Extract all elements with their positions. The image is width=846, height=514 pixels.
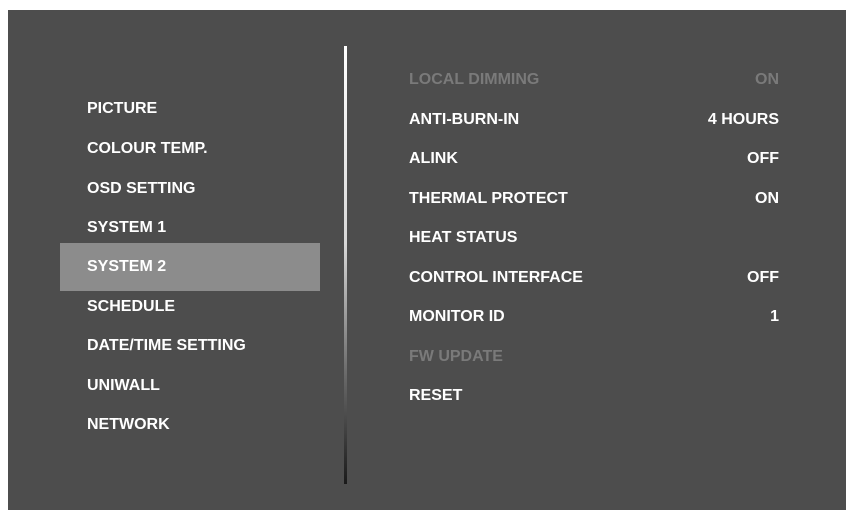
setting-reset[interactable]: RESET bbox=[409, 376, 779, 416]
osd-menu-panel: PICTURE COLOUR TEMP. OSD SETTING SYSTEM … bbox=[8, 10, 846, 510]
setting-alink[interactable]: ALINK OFF bbox=[409, 139, 779, 179]
setting-label: ANTI-BURN-IN bbox=[409, 111, 520, 128]
menu-item-date-time-setting[interactable]: DATE/TIME SETTING bbox=[60, 326, 320, 366]
setting-fw-update: FW UPDATE bbox=[409, 337, 779, 377]
setting-label: THERMAL PROTECT bbox=[409, 190, 568, 207]
setting-heat-status[interactable]: HEAT STATUS bbox=[409, 218, 779, 258]
menu-item-schedule[interactable]: SCHEDULE bbox=[60, 287, 320, 327]
setting-label: ALINK bbox=[409, 150, 458, 167]
menu-divider bbox=[344, 46, 347, 484]
setting-value: OFF bbox=[747, 150, 779, 167]
menu-item-colour-temp[interactable]: COLOUR TEMP. bbox=[60, 129, 320, 169]
setting-monitor-id[interactable]: MONITOR ID 1 bbox=[409, 297, 779, 337]
setting-value: OFF bbox=[747, 269, 779, 286]
menu-item-uniwall[interactable]: UNIWALL bbox=[60, 366, 320, 406]
setting-local-dimming: LOCAL DIMMING ON bbox=[409, 60, 779, 100]
menu-item-system-2[interactable]: SYSTEM 2 bbox=[60, 243, 320, 291]
setting-label: MONITOR ID bbox=[409, 308, 505, 325]
setting-anti-burn-in[interactable]: ANTI-BURN-IN 4 HOURS bbox=[409, 100, 779, 140]
setting-value: ON bbox=[755, 71, 779, 88]
setting-control-interface[interactable]: CONTROL INTERFACE OFF bbox=[409, 258, 779, 298]
setting-value: 4 HOURS bbox=[707, 111, 779, 128]
menu-item-network[interactable]: NETWORK bbox=[60, 405, 320, 445]
menu-item-picture[interactable]: PICTURE bbox=[60, 89, 320, 129]
setting-label: LOCAL DIMMING bbox=[409, 71, 540, 88]
menu-item-system-1[interactable]: SYSTEM 1 bbox=[60, 208, 320, 248]
setting-label: HEAT STATUS bbox=[409, 229, 518, 246]
setting-label: RESET bbox=[409, 387, 463, 404]
setting-thermal-protect[interactable]: THERMAL PROTECT ON bbox=[409, 179, 779, 219]
setting-label: FW UPDATE bbox=[409, 348, 503, 365]
setting-value: 1 bbox=[770, 308, 779, 325]
setting-value: ON bbox=[755, 190, 779, 207]
setting-label: CONTROL INTERFACE bbox=[409, 269, 583, 286]
menu-item-osd-setting[interactable]: OSD SETTING bbox=[60, 169, 320, 209]
